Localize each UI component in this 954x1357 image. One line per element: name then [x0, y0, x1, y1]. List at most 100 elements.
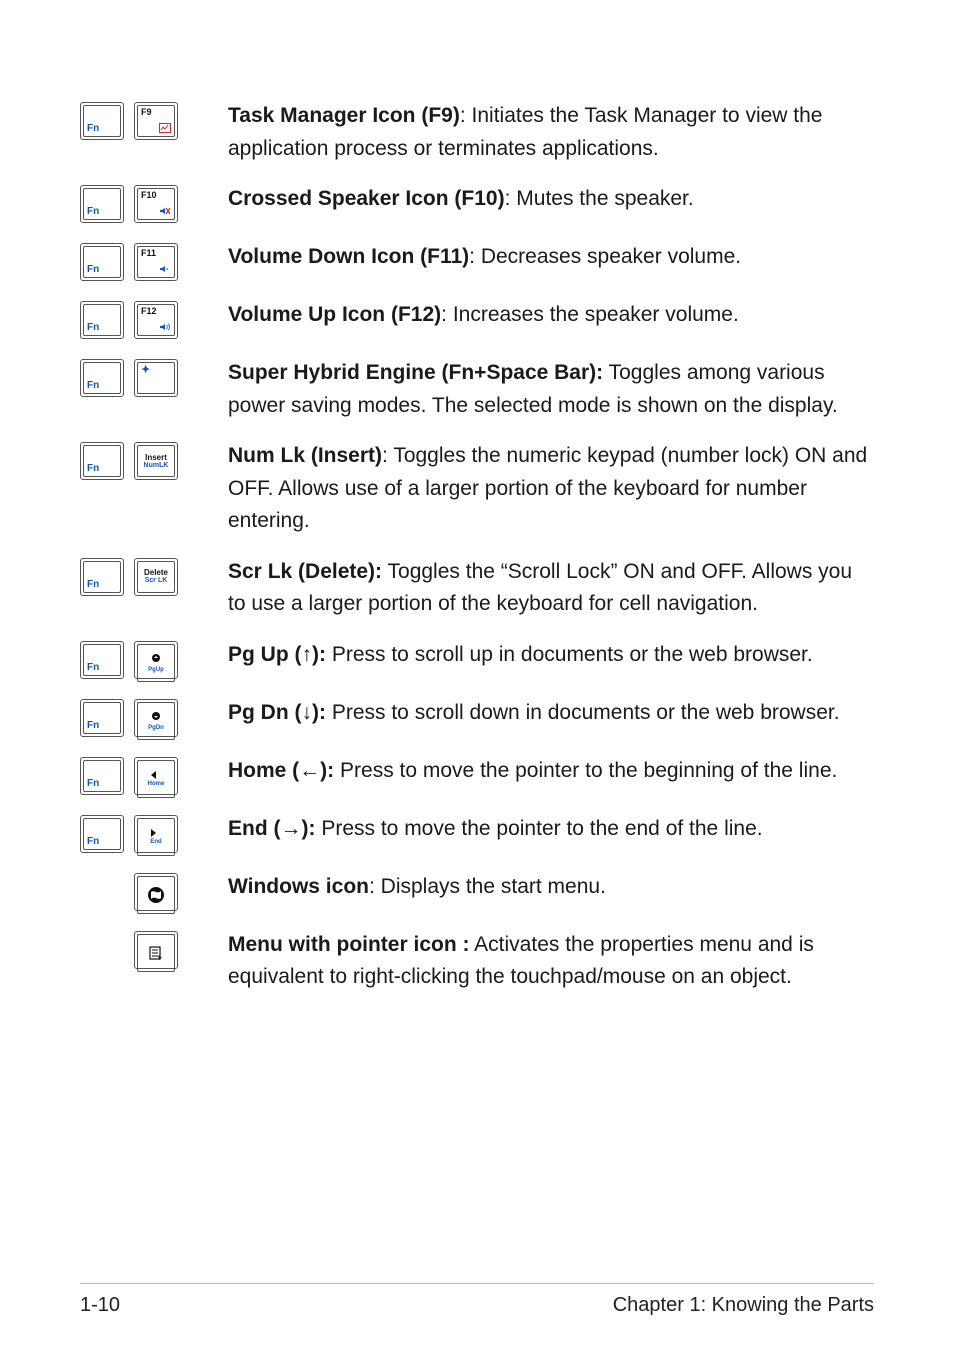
- title-home: Home (←):: [228, 759, 334, 782]
- volume-down-icon: [159, 263, 171, 275]
- task-manager-icon: [159, 122, 171, 134]
- key-scrlk-label: Scr LK: [145, 577, 168, 584]
- title-scrlk: Scr Lk (Delete):: [228, 560, 382, 583]
- title-win: Windows icon: [228, 875, 369, 898]
- key-down: PgDn: [134, 699, 178, 737]
- mute-icon: [159, 205, 171, 217]
- row-pgdn: Fn PgDn Pg Dn (↓): Press to scroll down …: [80, 697, 874, 737]
- key-spacer: [80, 931, 124, 969]
- manual-page: Fn F9 Task Manager Icon (F9): Initiates …: [0, 0, 954, 1357]
- key-fn: Fn: [80, 301, 124, 339]
- key-delete: Delete Scr LK: [134, 558, 178, 596]
- row-f9: Fn F9 Task Manager Icon (F9): Initiates …: [80, 100, 874, 165]
- text-f11: Decreases speaker volume.: [481, 245, 741, 268]
- page-footer: 1-10 Chapter 1: Knowing the Parts: [80, 1283, 874, 1317]
- desc-numlk: Num Lk (Insert): Toggles the numeric key…: [228, 440, 874, 538]
- title-f10: Crossed Speaker Icon (F10): [228, 187, 505, 210]
- key-up: PgUp: [134, 641, 178, 679]
- row-f10: Fn F10 Crossed Speaker Icon (F10): Mutes…: [80, 183, 874, 223]
- windows-icon: [147, 886, 165, 904]
- keys-scrlk: Fn Delete Scr LK: [80, 556, 200, 596]
- row-pgup: Fn PgUp Pg Up (↑): Press to scroll up in…: [80, 639, 874, 679]
- desc-f9: Task Manager Icon (F9): Initiates the Ta…: [228, 100, 874, 165]
- key-windows: [134, 873, 178, 911]
- desc-space: Super Hybrid Engine (Fn+Space Bar): Togg…: [228, 357, 874, 422]
- key-pgdn-label: PgDn: [148, 725, 164, 731]
- keys-f10: Fn F10: [80, 183, 200, 223]
- key-pgup-label: PgUp: [148, 667, 164, 673]
- row-scrlk: Fn Delete Scr LK Scr Lk (Delete): Toggle…: [80, 556, 874, 621]
- key-left: Home: [134, 757, 178, 795]
- text-win: Displays the start menu.: [381, 875, 606, 898]
- keys-home: Fn Home: [80, 755, 200, 795]
- title-end: End (→):: [228, 817, 315, 840]
- key-fn: Fn: [80, 815, 124, 853]
- key-end-label: End: [150, 839, 161, 845]
- keys-f9: Fn F9: [80, 100, 200, 140]
- key-fn-label: Fn: [87, 124, 99, 134]
- row-numlk: Fn Insert NumLK Num Lk (Insert): Toggles…: [80, 440, 874, 538]
- title-pgup: Pg Up (↑):: [228, 643, 326, 666]
- key-insert: Insert NumLK: [134, 442, 178, 480]
- key-insert-label: Insert: [145, 454, 167, 462]
- arrow-down-icon: [150, 711, 162, 723]
- key-fn: Fn: [80, 558, 124, 596]
- title-menu: Menu with pointer icon :: [228, 933, 469, 956]
- page-number: 1-10: [80, 1294, 120, 1317]
- row-menu: Menu with pointer icon : Activates the p…: [80, 929, 874, 994]
- desc-pgup: Pg Up (↑): Press to scroll up in documen…: [228, 639, 874, 672]
- arrow-right-icon: [151, 829, 161, 837]
- key-home-label: Home: [148, 781, 165, 787]
- key-fn: Fn: [80, 102, 124, 140]
- key-spacer: [80, 873, 124, 911]
- desc-end: End (→): Press to move the pointer to th…: [228, 813, 874, 846]
- key-f11: F11: [134, 243, 178, 281]
- key-f12-label: F12: [141, 307, 171, 316]
- arrow-left-icon: [151, 771, 161, 779]
- row-space: Fn ✦ Super Hybrid Engine (Fn+Space Bar):…: [80, 357, 874, 422]
- sep-f9: :: [460, 104, 472, 127]
- row-windows: Windows icon: Displays the start menu.: [80, 871, 874, 911]
- keys-menu: [80, 929, 200, 969]
- text-home: Press to move the pointer to the beginni…: [340, 759, 837, 782]
- row-end: Fn End End (→): Press to move the pointe…: [80, 813, 874, 853]
- desc-menu: Menu with pointer icon : Activates the p…: [228, 929, 874, 994]
- text-f10: Mutes the speaker.: [516, 187, 693, 210]
- key-menu: [134, 931, 178, 969]
- key-space: ✦: [134, 359, 178, 397]
- text-end: Press to move the pointer to the end of …: [321, 817, 762, 840]
- keys-space: Fn ✦: [80, 357, 200, 397]
- desc-pgdn: Pg Dn (↓): Press to scroll down in docum…: [228, 697, 874, 730]
- key-fn: Fn: [80, 243, 124, 281]
- desc-scrlk: Scr Lk (Delete): Toggles the “Scroll Loc…: [228, 556, 874, 621]
- desc-f10: Crossed Speaker Icon (F10): Mutes the sp…: [228, 183, 874, 216]
- volume-up-icon: [159, 321, 171, 333]
- title-numlk: Num Lk (Insert): [228, 444, 382, 467]
- text-pgdn: Press to scroll down in documents or the…: [332, 701, 840, 724]
- row-f11: Fn F11 Volume Down Icon (F11): Decreases…: [80, 241, 874, 281]
- keys-f12: Fn F12: [80, 299, 200, 339]
- key-delete-label: Delete: [144, 569, 168, 577]
- key-fn: Fn: [80, 699, 124, 737]
- title-space: Super Hybrid Engine (Fn+Space Bar):: [228, 361, 603, 384]
- title-f11: Volume Down Icon (F11): [228, 245, 469, 268]
- desc-f11: Volume Down Icon (F11): Decreases speake…: [228, 241, 874, 274]
- key-f9-label: F9: [141, 108, 171, 117]
- key-f9: F9: [134, 102, 178, 140]
- row-f12: Fn F12 Volume Up Icon (F12): Increases t…: [80, 299, 874, 339]
- super-hybrid-icon: ✦: [141, 365, 171, 376]
- text-pgup: Press to scroll up in documents or the w…: [332, 643, 813, 666]
- key-fn: Fn: [80, 359, 124, 397]
- title-f12: Volume Up Icon (F12): [228, 303, 441, 326]
- chapter-title: Chapter 1: Knowing the Parts: [613, 1294, 874, 1317]
- key-f10-label: F10: [141, 191, 171, 200]
- title-pgdn: Pg Dn (↓):: [228, 701, 326, 724]
- key-numlk-label: NumLK: [144, 462, 169, 469]
- key-f12: F12: [134, 301, 178, 339]
- desc-windows: Windows icon: Displays the start menu.: [228, 871, 874, 904]
- keys-pgup: Fn PgUp: [80, 639, 200, 679]
- keys-pgdn: Fn PgDn: [80, 697, 200, 737]
- key-fn: Fn: [80, 757, 124, 795]
- keys-windows: [80, 871, 200, 911]
- keys-end: Fn End: [80, 813, 200, 853]
